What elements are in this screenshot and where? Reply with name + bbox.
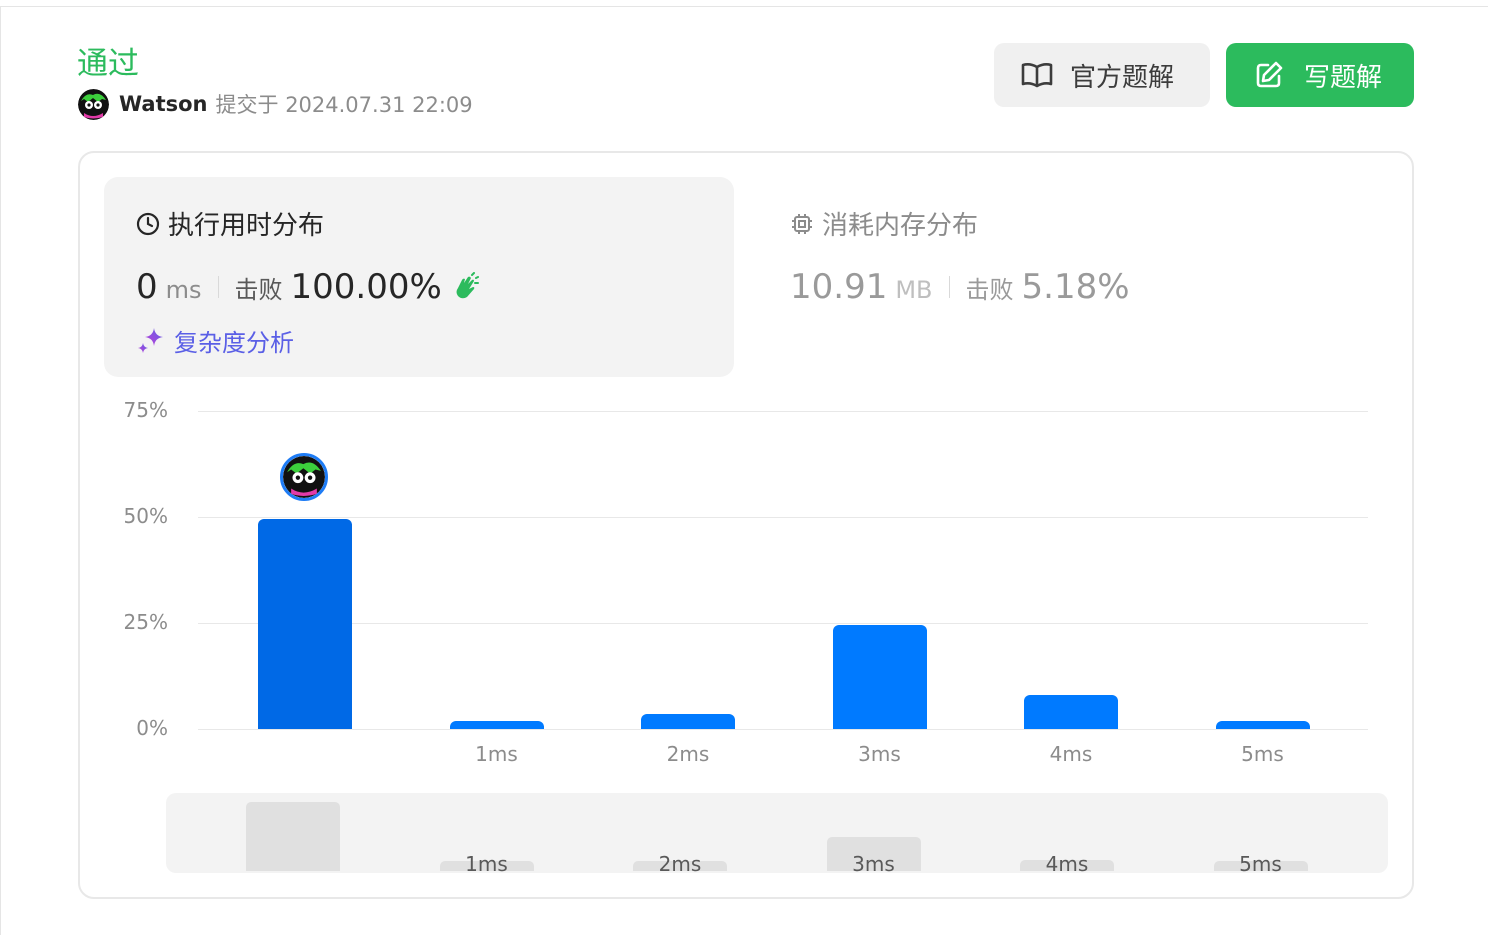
complexity-analysis-link[interactable]: 复杂度分析 (136, 323, 294, 358)
divider (948, 276, 950, 298)
divider (217, 276, 219, 298)
x-tick-label: 2ms (666, 742, 710, 766)
submitted-time: 提交于 2024.07.31 22:09 (215, 93, 473, 117)
minimap-bar (246, 802, 340, 871)
memory-value: 10.91 (790, 267, 888, 307)
official-solution-label: 官方题解 (1070, 62, 1175, 93)
runtime-tab-title: 执行用时分布 (136, 205, 324, 242)
your-submission-avatar (280, 453, 328, 501)
runtime-beat-label: 击败 (234, 276, 283, 304)
runtime-tab-label: 执行用时分布 (168, 211, 325, 241)
username[interactable]: Watson (119, 92, 208, 116)
memory-beat-label: 击败 (965, 276, 1014, 304)
gridline (198, 623, 1368, 624)
sparkle-icon (138, 327, 163, 353)
y-tick-label: 0% (136, 716, 168, 740)
chart-bar[interactable] (1215, 720, 1310, 729)
runtime-stats: 0 ms 击败 100.00% (136, 267, 480, 307)
runtime-unit: ms (165, 276, 202, 304)
gridline (198, 729, 1368, 730)
gridline (198, 411, 1368, 412)
runtime-value: 0 (136, 267, 158, 307)
chart-bar[interactable] (641, 714, 735, 729)
chip-icon (792, 213, 812, 234)
complexity-analysis-label: 复杂度分析 (174, 329, 294, 357)
chart-bar[interactable] (449, 720, 544, 729)
minimap-label: 2ms (658, 852, 702, 873)
chart-range-minimap[interactable]: 1ms 2ms 3ms 4ms 5ms (166, 793, 1388, 873)
chart-bar[interactable] (258, 519, 352, 729)
memory-stats: 10.91 MB 击败 5.18% (790, 267, 1130, 307)
gridline (198, 517, 1368, 518)
minimap-label: 5ms (1239, 852, 1282, 873)
submission-meta: Watson 提交于 2024.07.31 22:09 (78, 88, 473, 120)
x-tick-label: 1ms (475, 742, 518, 766)
clap-icon (456, 272, 479, 299)
runtime-beat-value: 100.00% (290, 267, 442, 307)
minimap-label: 1ms (465, 852, 508, 873)
clock-icon (136, 212, 160, 235)
memory-tab-label: 消耗内存分布 (822, 211, 979, 241)
x-tick-label: 4ms (1049, 742, 1093, 766)
chart-bar[interactable] (832, 625, 927, 729)
avatar[interactable] (78, 88, 109, 120)
official-solution-button[interactable]: 官方题解 (994, 43, 1210, 107)
y-tick-label: 75% (123, 398, 168, 422)
y-tick-label: 25% (123, 610, 168, 634)
memory-beat-value: 5.18% (1021, 267, 1130, 307)
submission-status: 通过 (77, 46, 139, 82)
memory-tab-title: 消耗内存分布 (790, 205, 978, 242)
edit-icon (1254, 58, 1288, 92)
x-tick-label: 5ms (1241, 742, 1284, 766)
x-tick-label: 3ms (858, 742, 901, 766)
minimap-label: 4ms (1045, 852, 1089, 873)
write-solution-label: 写题解 (1304, 62, 1383, 93)
minimap-label: 3ms (852, 852, 895, 873)
memory-unit: MB (895, 276, 933, 304)
chart-bar[interactable] (1024, 695, 1118, 729)
book-icon (1020, 58, 1054, 92)
y-tick-label: 50% (123, 504, 168, 528)
memory-tab[interactable]: 消耗内存分布 10.91 MB 击败 5.18% (790, 177, 1390, 377)
runtime-tab[interactable]: 执行用时分布 0 ms 击败 100.00% 复杂度分析 (104, 177, 734, 377)
write-solution-button[interactable]: 写题解 (1226, 43, 1414, 107)
